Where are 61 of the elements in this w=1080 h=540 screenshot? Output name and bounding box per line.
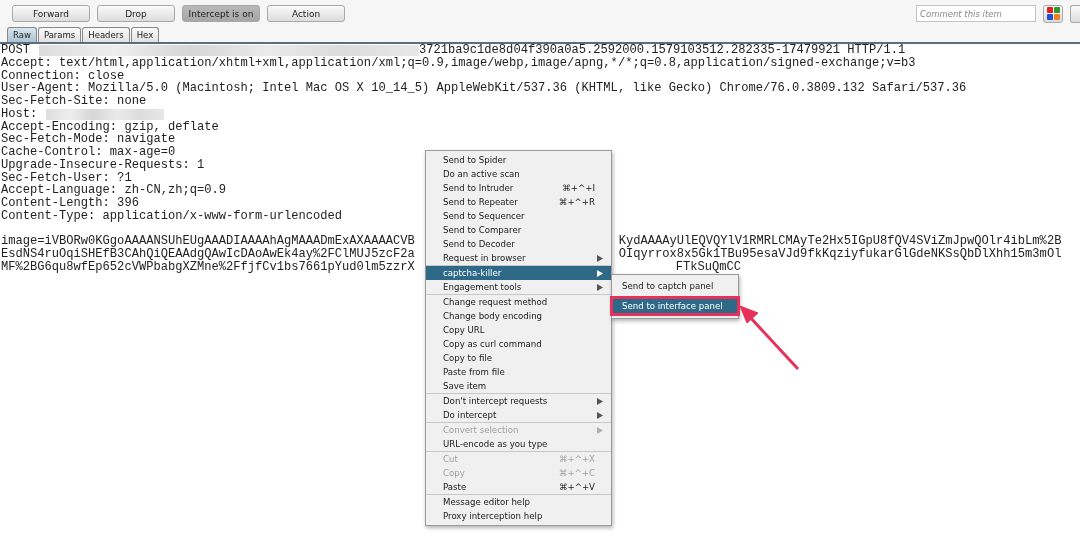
shortcut-label: ⌘+^+R [558, 197, 595, 207]
menu-item[interactable]: URL-encode as you type [426, 437, 611, 451]
highlight-color-button[interactable] [1043, 4, 1063, 23]
shortcut-label: ⌘+^+V [558, 482, 595, 492]
menu-item[interactable]: Send to Sequencer [426, 209, 611, 223]
menu-item[interactable]: Message editor help [426, 495, 611, 509]
shortcut-label: ⌘+^+X [558, 454, 595, 464]
menu-item[interactable]: Change request method [426, 295, 611, 309]
request-line: OIqyrrox8x5Gk1TBu95esaVJd9fkKqziyfukarGlGdeNKSsQbDlXhh15m3mOl [618, 248, 1062, 261]
editor-tab[interactable]: Params [37, 27, 82, 42]
request-line: KydAAAAyUlEQVQYlV1RMRLCMAyTe2Hx5IGpU8fQV4SViZmJpwQOlr4ibLm%2B [618, 235, 1062, 248]
request-line: User-Agent: Mozilla/5.0 (Macintosh; Intel Mac OS X 10_14_5) AppleWebKit/537.36 (KHTML, like Gecko) Chrome/76.0.3809.132 Safari/537.36 [1, 82, 967, 95]
editor-tab[interactable]: Headers [82, 27, 130, 42]
menu-item[interactable]: Paste from file [426, 365, 611, 379]
toolbar-button[interactable]: Intercept is on [182, 5, 260, 22]
menu-item[interactable]: Engagement tools [426, 280, 611, 294]
menu-item[interactable]: Save item [426, 379, 611, 393]
menu-item[interactable]: Proxy interception help [426, 509, 611, 523]
menu-item[interactable]: Change body encoding [426, 309, 611, 323]
menu-item[interactable]: Send to Decoder [426, 237, 611, 251]
menu-item[interactable]: Do an active scan [426, 167, 611, 181]
request-line: Sec-Fetch-User: ?1 [1, 171, 132, 185]
menu-item[interactable]: Paste ⌘+^+V [426, 480, 611, 494]
comment-field[interactable]: Comment this item [916, 5, 1036, 22]
toolbar-button[interactable]: Drop [97, 5, 175, 22]
menu-item[interactable]: Send to Comparer [426, 223, 611, 237]
request-line: Accept: text/html,application/xhtml+xml,application/xml;q=0.9,image/webp,image/apng,*/*;q=0.8,application/signed-exchange;v=b3 [1, 56, 916, 70]
request-line: Content-Length: 396 [1, 197, 139, 210]
menu-item[interactable]: captcha-killer [426, 266, 611, 280]
request-line: Accept-Encoding: gzip, deflate [1, 120, 219, 134]
menu-item[interactable]: Don't intercept requests [426, 394, 611, 408]
request-line: POST [1, 44, 31, 57]
menu-item[interactable]: Request in browser [426, 251, 611, 265]
request-line: Upgrade-Insecure-Requests: 1 [1, 158, 205, 172]
request-line: Content-Type: application/x-www-form-urlencoded [1, 209, 343, 223]
shortcut-label: ⌘+^+I [562, 183, 595, 193]
menu-item[interactable]: Send to interface panel [613, 299, 737, 313]
request-line: 3721ba9c1de8d04f390a0a5.2592000.1579103512.282335-17479921 HTTP/1.1 [419, 44, 906, 57]
menu-item[interactable]: Send to Intruder ⌘+^+I [426, 181, 611, 195]
request-line: Cache-Control: max-age=0 [1, 146, 176, 159]
editor-tab[interactable]: Hex [130, 27, 160, 42]
menu-item[interactable]: Send to captch panel [613, 279, 737, 293]
menu-item[interactable]: Send to Spider [426, 153, 611, 167]
request-line: MF%2BG6qu8wfEp652cVWPbabgXZMne%2FfjfCv1bs7661pYud0lm5zzrX [1, 260, 415, 274]
request-line: Sec-Fetch-Site: none [1, 95, 147, 108]
request-line: FTkSuQmCC [675, 260, 741, 274]
toolbar-button[interactable]: Forward [12, 5, 90, 22]
request-line: Sec-Fetch-Mode: navigate [1, 133, 176, 146]
request-line: image=iVBORw0KGgoAAAANSUhEUgAAADIAAAAhAgMAAADmExAXAAAACVB [1, 235, 415, 248]
request-line: Connection: close [1, 69, 125, 83]
editor-tab[interactable]: Raw [7, 27, 37, 42]
menu-item[interactable]: Copy to file [426, 351, 611, 365]
request-line: Host: [1, 107, 38, 121]
toolbar-button[interactable]: Action [267, 5, 345, 22]
menu-item[interactable]: Copy as curl command [426, 337, 611, 351]
request-line: Accept-Language: zh-CN,zh;q=0.9 [1, 184, 226, 197]
menu-item[interactable]: Copy URL [426, 323, 611, 337]
menu-item[interactable]: Do intercept [426, 408, 611, 422]
shortcut-label: ⌘+^+C [558, 468, 595, 478]
menu-item[interactable]: Send to Repeater ⌘+^+R [426, 195, 611, 209]
request-line: EsdNS4ruOqiSHEfB3CAhQiQEAAdgQAwIcDAoAwEk4ay%2FClMUJ5zcF2a [1, 248, 415, 261]
